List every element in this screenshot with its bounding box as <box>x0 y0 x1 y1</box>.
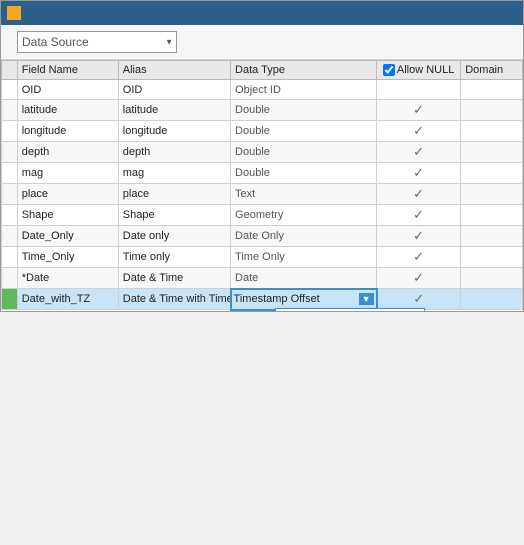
datatype-cell: Double <box>231 163 377 184</box>
current-layer-row: Data Source <box>1 25 523 60</box>
field-name-cell: Date_Only <box>17 226 118 247</box>
col-header-arrow <box>2 61 18 80</box>
datatype-cell[interactable]: Timestamp Offset▼ <box>231 289 377 310</box>
table-row: Date_with_TZDate & Time with Timezone Of… <box>2 289 523 310</box>
alias-cell: Time only <box>118 247 230 268</box>
field-name-cell: mag <box>17 163 118 184</box>
tab-icon <box>7 6 21 20</box>
alias-cell: depth <box>118 142 230 163</box>
datatype-cell: Time Only <box>231 247 377 268</box>
table-row: longitudelongitudeDouble✓ <box>2 121 523 142</box>
alias-cell: mag <box>118 163 230 184</box>
datatype-cell: Double <box>231 142 377 163</box>
field-name-cell: latitude <box>17 100 118 121</box>
alias-cell: Date only <box>118 226 230 247</box>
allow-null-cell: ✓ <box>377 163 461 184</box>
row-indicator <box>2 142 18 163</box>
allow-null-header-checkbox[interactable] <box>383 64 395 76</box>
dropdown-item[interactable]: Short <box>276 309 424 311</box>
row-indicator <box>2 163 18 184</box>
field-name-cell: depth <box>17 142 118 163</box>
allow-null-cell: ✓ <box>377 100 461 121</box>
alias-cell: longitude <box>118 121 230 142</box>
table-row: *DateDate & TimeDate✓ <box>2 268 523 289</box>
domain-cell <box>461 268 523 289</box>
table-row: latitudelatitudeDouble✓ <box>2 100 523 121</box>
row-indicator <box>2 205 18 226</box>
datatype-cell: Double <box>231 121 377 142</box>
datatype-cell: Object ID <box>231 80 377 100</box>
alias-cell: Shape <box>118 205 230 226</box>
alias-cell: place <box>118 184 230 205</box>
alias-cell: Date & Time with Timezone Offset <box>118 289 230 310</box>
layer-select[interactable]: Data Source <box>17 31 177 53</box>
row-indicator <box>2 247 18 268</box>
fields-table: Field Name Alias Data Type Allow NULL Do… <box>1 60 523 311</box>
title-bar <box>1 1 523 25</box>
allow-null-cell: ✓ <box>377 268 461 289</box>
field-name-cell: longitude <box>17 121 118 142</box>
domain-cell <box>461 100 523 121</box>
col-header-allownull: Allow NULL <box>377 61 461 80</box>
allow-null-cell: ✓ <box>377 226 461 247</box>
domain-cell <box>461 247 523 268</box>
fields-table-container: Field Name Alias Data Type Allow NULL Do… <box>1 60 523 311</box>
datatype-cell: Date Only <box>231 226 377 247</box>
allow-null-cell: ✓ <box>377 121 461 142</box>
row-indicator <box>2 184 18 205</box>
table-row: ShapeShapeGeometry✓ <box>2 205 523 226</box>
datatype-cell: Geometry <box>231 205 377 226</box>
row-indicator <box>2 226 18 247</box>
field-name-cell: Shape <box>17 205 118 226</box>
table-row: placeplaceText✓ <box>2 184 523 205</box>
allow-null-cell: ✓ <box>377 142 461 163</box>
allow-null-cell: ✓ <box>377 247 461 268</box>
main-window: Data Source Field Name Alias Data Type A… <box>0 0 524 312</box>
title-bar-left <box>7 6 25 20</box>
row-indicator <box>2 100 18 121</box>
datatype-dropdown[interactable]: ShortLongBig IntegerFloatDoubleTextDateD… <box>275 308 425 311</box>
allow-null-cell: ✓ <box>377 205 461 226</box>
allow-null-cell: ✓ <box>377 184 461 205</box>
domain-cell <box>461 142 523 163</box>
table-row: OIDOIDObject ID <box>2 80 523 100</box>
row-indicator <box>2 289 18 310</box>
dropdown-arrow-inline[interactable]: ▼ <box>359 293 374 305</box>
domain-cell <box>461 289 523 310</box>
layer-select-wrapper[interactable]: Data Source <box>17 31 177 53</box>
table-row: Date_OnlyDate onlyDate Only✓ <box>2 226 523 247</box>
allow-null-cell <box>377 80 461 100</box>
datatype-cell: Date <box>231 268 377 289</box>
domain-cell <box>461 121 523 142</box>
domain-cell <box>461 80 523 100</box>
domain-cell <box>461 226 523 247</box>
domain-cell <box>461 205 523 226</box>
col-header-alias: Alias <box>118 61 230 80</box>
alias-cell: OID <box>118 80 230 100</box>
datatype-cell: Double <box>231 100 377 121</box>
domain-cell <box>461 184 523 205</box>
col-header-domain: Domain <box>461 61 523 80</box>
allow-null-cell: ✓ <box>377 289 461 310</box>
field-name-cell: Time_Only <box>17 247 118 268</box>
table-row: Time_OnlyTime onlyTime Only✓ <box>2 247 523 268</box>
field-name-cell: place <box>17 184 118 205</box>
field-name-cell: OID <box>17 80 118 100</box>
col-header-fieldname: Field Name <box>17 61 118 80</box>
alias-cell: latitude <box>118 100 230 121</box>
col-header-datatype: Data Type <box>231 61 377 80</box>
table-row: depthdepthDouble✓ <box>2 142 523 163</box>
datatype-cell: Text <box>231 184 377 205</box>
row-indicator <box>2 80 18 100</box>
row-indicator <box>2 121 18 142</box>
row-indicator <box>2 268 18 289</box>
field-name-cell: *Date <box>17 268 118 289</box>
table-row: magmagDouble✓ <box>2 163 523 184</box>
field-name-cell: Date_with_TZ <box>17 289 118 310</box>
alias-cell: Date & Time <box>118 268 230 289</box>
domain-cell <box>461 163 523 184</box>
